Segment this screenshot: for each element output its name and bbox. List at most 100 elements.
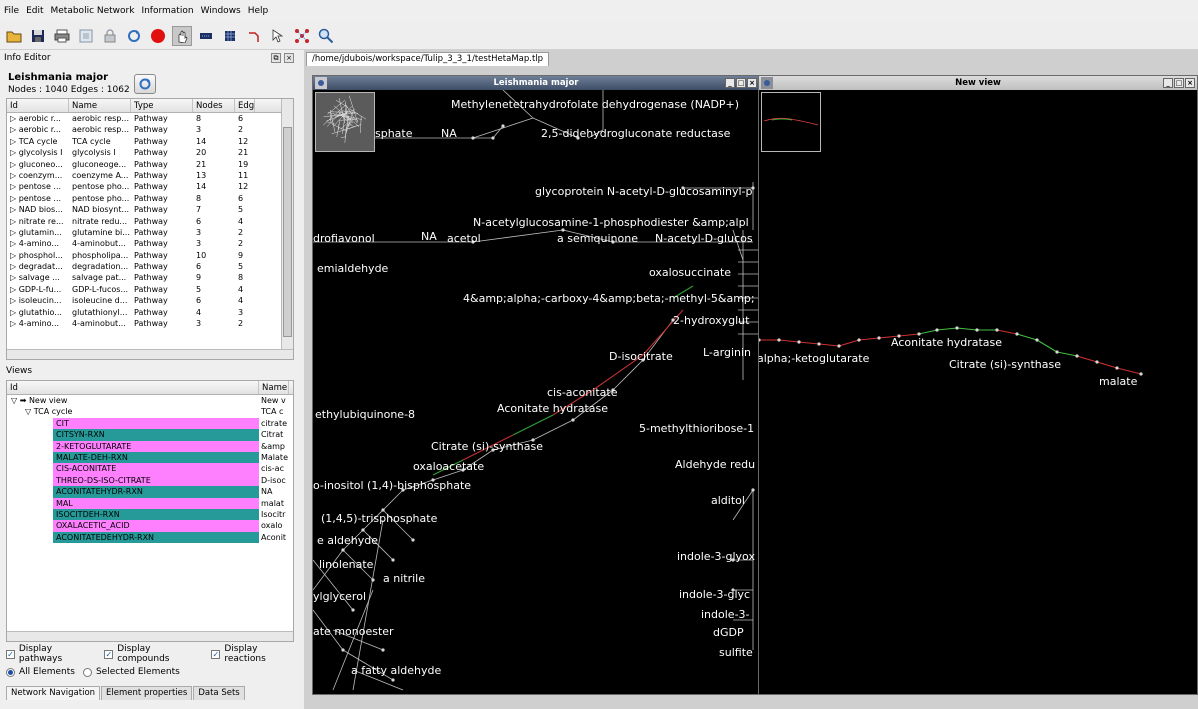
views-horizontal-scrollbar[interactable] xyxy=(7,631,293,641)
graph-node[interactable] xyxy=(975,328,979,332)
compound-label[interactable]: a nitrile xyxy=(383,572,425,585)
menu-edit[interactable]: Edit xyxy=(26,6,43,16)
compound-label[interactable]: 2-hydroxyglut xyxy=(673,314,750,327)
main-graph-window[interactable]: Leishmania major _ □ × Methylenetetrahyd… xyxy=(312,75,760,695)
main-graph-canvas[interactable]: Methylenetetrahydrofolate dehydrogenase … xyxy=(313,90,759,694)
compound-label[interactable]: sphate xyxy=(375,127,413,140)
graph-node[interactable] xyxy=(837,344,841,348)
compound-label[interactable]: ate monoester xyxy=(313,625,394,638)
compound-label[interactable]: 2,5-didehydrogluconate reductase xyxy=(541,127,731,140)
display-pathways-label[interactable]: Display pathways xyxy=(19,644,97,664)
graph-node[interactable] xyxy=(391,678,395,682)
graph-node[interactable] xyxy=(1055,350,1059,354)
pointer-icon[interactable] xyxy=(268,26,288,46)
selected-elements-label[interactable]: Selected Elements xyxy=(96,667,180,677)
close-button[interactable]: × xyxy=(1185,78,1195,88)
graph-node[interactable] xyxy=(491,136,495,140)
graph-node[interactable] xyxy=(751,488,755,492)
menu-metabolic-network[interactable]: Metabolic Network xyxy=(51,6,135,16)
pathways-vertical-scrollbar[interactable] xyxy=(281,99,293,349)
compound-label[interactable]: oxaloacetate xyxy=(413,460,484,473)
record-icon[interactable] xyxy=(148,26,168,46)
compound-label[interactable]: Methylenetetrahydrofolate dehydrogenase … xyxy=(451,98,739,111)
compound-label[interactable]: N-acetyl-D-glucos xyxy=(655,232,753,245)
compound-label[interactable]: e aldehyde xyxy=(317,534,378,547)
all-elements-radio[interactable] xyxy=(6,667,15,677)
metabolic-network-graph[interactable]: Methylenetetrahydrofolate dehydrogenase … xyxy=(313,90,759,694)
dock-splitter[interactable] xyxy=(8,360,292,364)
compound-label[interactable]: NA xyxy=(441,127,457,140)
compound-label[interactable]: alpha;-ketoglutarate xyxy=(759,352,870,365)
menu-file[interactable]: File xyxy=(4,6,19,16)
table-row[interactable]: ▷ salvage ... salvage pat... Pathway 9 8 xyxy=(7,272,293,283)
table-row[interactable]: ▷ TCA cycle TCA cycle Pathway 14 12 xyxy=(7,136,293,147)
new-view-canvas[interactable]: Aconitate hydratase alpha;-ketoglutarate C… xyxy=(759,90,1197,694)
reaction-label[interactable]: Aconitate hydratase xyxy=(891,336,1002,349)
minimize-button[interactable]: _ xyxy=(725,78,735,88)
print-icon[interactable] xyxy=(52,26,72,46)
tab-element-properties[interactable]: Element properties xyxy=(101,686,193,700)
compound-label[interactable]: malate xyxy=(1099,375,1138,388)
column-header-view-id[interactable]: Id xyxy=(7,381,259,394)
refresh-icon[interactable] xyxy=(124,26,144,46)
menu-information[interactable]: Information xyxy=(141,6,193,16)
grid-select-icon[interactable] xyxy=(220,26,240,46)
table-row[interactable]: ▷ 4-amino... 4-aminobut... Pathway 3 2 xyxy=(7,238,293,249)
file-path-tab[interactable]: /home/jdubois/workspace/Tulip_3_3_1/test… xyxy=(306,52,550,66)
display-compounds-checkbox[interactable]: ✓ xyxy=(104,649,114,659)
table-row[interactable]: ▷ aerobic r... aerobic resp... Pathway 3 2 xyxy=(7,124,293,135)
display-reactions-checkbox[interactable]: ✓ xyxy=(211,649,221,659)
compound-label[interactable]: a fatty aldehyde xyxy=(351,664,441,677)
zoom-fit-icon[interactable] xyxy=(76,26,96,46)
table-row[interactable]: ▷ GDP-L-fu... GDP-L-fucos... Pathway 5 4 xyxy=(7,284,293,295)
view-element-row[interactable]: ACONITATEHYDR-RXN NA xyxy=(7,486,293,498)
graph-node[interactable] xyxy=(391,558,395,562)
tca-cycle-graph[interactable]: Aconitate hydratase alpha;-ketoglutarate C… xyxy=(759,90,1197,694)
refresh-button[interactable] xyxy=(134,74,156,94)
compound-label[interactable]: glycoprotein N-acetyl-D-glucosaminyl-p xyxy=(535,185,753,198)
select-box-icon[interactable] xyxy=(196,26,216,46)
view-element-row[interactable]: CIS-ACONITATE cis-ac xyxy=(7,463,293,475)
graph-node[interactable] xyxy=(995,328,999,332)
table-row[interactable]: ▷ NAD bios... NAD biosynt... Pathway 7 5 xyxy=(7,204,293,215)
hand-navigate-icon[interactable] xyxy=(172,25,192,46)
graph-node[interactable] xyxy=(759,338,761,342)
new-view-titlebar[interactable]: New view _ □ × xyxy=(759,76,1197,90)
view-element-row[interactable]: MAL malat xyxy=(7,497,293,509)
compound-label[interactable]: D-isocitrate xyxy=(609,350,673,363)
graph-node[interactable] xyxy=(935,328,939,332)
column-header-nodes[interactable]: Nodes xyxy=(193,99,235,112)
graph-node[interactable] xyxy=(371,578,375,582)
main-window-titlebar[interactable]: Leishmania major _ □ × xyxy=(313,76,759,90)
graph-node[interactable] xyxy=(777,338,781,342)
tab-data-sets[interactable]: Data Sets xyxy=(193,686,245,700)
graph-node[interactable] xyxy=(411,538,415,542)
overview-minimap[interactable] xyxy=(315,92,375,152)
compound-label[interactable]: Aldehyde redu xyxy=(675,458,755,471)
view-element-row[interactable]: CIT citrate xyxy=(7,417,293,430)
view-element-row[interactable]: OXALACETIC_ACID oxalo xyxy=(7,520,293,532)
compound-label[interactable]: indole-3-glyox xyxy=(677,550,755,563)
table-row[interactable]: ▷ pentose ... pentose pho... Pathway 8 6 xyxy=(7,193,293,204)
graph-node[interactable] xyxy=(361,528,365,532)
table-row[interactable]: ▷ glutamin... glutamine bi... Pathway 3 2 xyxy=(7,227,293,238)
compound-label[interactable]: drofiavonol xyxy=(313,232,375,245)
compound-label[interactable]: emialdehyde xyxy=(317,262,389,275)
view-element-row[interactable]: ACONITATEDEHYDR-RXN Aconit xyxy=(7,531,293,544)
graph-node[interactable] xyxy=(1095,360,1099,364)
graph-node[interactable] xyxy=(1035,338,1039,342)
table-row[interactable]: ▷ phosphol... phospholipa... Pathway 10 9 xyxy=(7,250,293,261)
view-element-row[interactable]: MALATE-DEH-RXN Malate xyxy=(7,451,293,464)
table-row[interactable]: ▷ aerobic r... aerobic resp... Pathway 8 6 xyxy=(7,113,293,124)
table-row[interactable]: ▷ isoleucin... isoleucine d... Pathway 6 4 xyxy=(7,295,293,306)
compound-label[interactable]: ylglycerol xyxy=(313,590,366,603)
bend-edge-icon[interactable] xyxy=(244,26,264,46)
graph-layout-icon[interactable] xyxy=(292,26,312,46)
compound-label[interactable]: hydrogen cya xyxy=(679,692,754,694)
compound-label[interactable]: acetol xyxy=(447,232,481,245)
graph-node[interactable] xyxy=(955,326,959,330)
compound-label[interactable]: (1,4,5)-trisphosphate xyxy=(321,512,438,525)
reaction-label[interactable]: Citrate (si)-synthase xyxy=(949,358,1061,371)
graph-node[interactable] xyxy=(501,124,505,128)
all-elements-label[interactable]: All Elements xyxy=(19,667,75,677)
